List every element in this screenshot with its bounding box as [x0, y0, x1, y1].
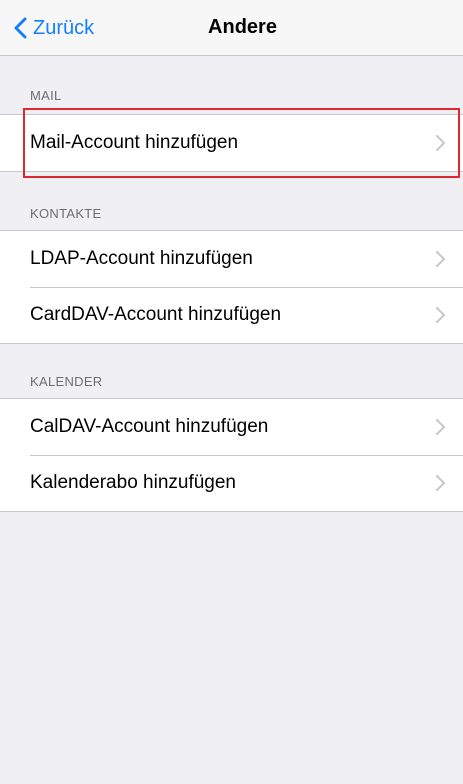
row-label: Mail-Account hinzufügen — [30, 132, 239, 153]
navigation-bar: Zurück Andere — [0, 0, 463, 56]
add-calendar-subscription-row[interactable]: Kalenderabo hinzufügen — [0, 455, 463, 511]
page-title: Andere — [208, 16, 277, 38]
add-ldap-account-row[interactable]: LDAP-Account hinzufügen — [0, 231, 463, 287]
row-label: LDAP-Account hinzufügen — [30, 248, 253, 269]
chevron-right-icon — [436, 475, 445, 491]
chevron-right-icon — [436, 251, 445, 267]
section-header-contacts: KONTAKTE — [30, 206, 102, 221]
contacts-group: LDAP-Account hinzufügen CardDAV-Account … — [0, 230, 463, 344]
screen: Zurück Andere MAIL Mail-Account hinzufüg… — [0, 0, 463, 784]
section-header-mail: MAIL — [30, 88, 62, 103]
chevron-right-icon — [436, 307, 445, 323]
row-label: CalDAV-Account hinzufügen — [30, 416, 269, 437]
add-caldav-account-row[interactable]: CalDAV-Account hinzufügen — [0, 399, 463, 455]
chevron-right-icon — [436, 419, 445, 435]
calendar-group: CalDAV-Account hinzufügen Kalenderabo hi… — [0, 398, 463, 512]
chevron-right-icon — [436, 135, 445, 151]
row-label: CardDAV-Account hinzufügen — [30, 304, 282, 325]
mail-group: Mail-Account hinzufügen — [0, 114, 463, 172]
row-label: Kalenderabo hinzufügen — [30, 472, 237, 493]
add-mail-account-row[interactable]: Mail-Account hinzufügen — [0, 115, 463, 171]
section-header-calendar: KALENDER — [30, 374, 103, 389]
add-carddav-account-row[interactable]: CardDAV-Account hinzufügen — [0, 287, 463, 343]
